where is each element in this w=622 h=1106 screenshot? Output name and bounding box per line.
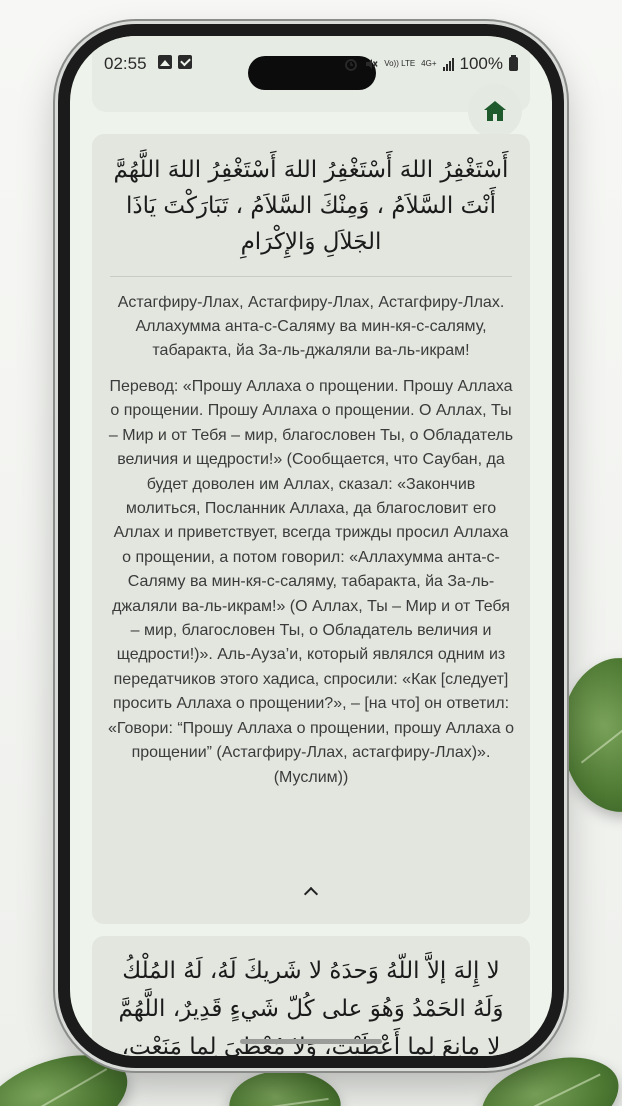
status-bar: 02:55 Vo)) LTE 4G+ 100% <box>70 36 552 92</box>
background-stage: 02:55 Vo)) LTE 4G+ 100% أَسْتَغْفِرُ الل… <box>0 0 622 1106</box>
dua-translation: Перевод: «Прошу Аллаха о прощении. Прошу… <box>108 378 514 786</box>
dua-transliteration: Астагфиру-Ллах, Астагфиру-Ллах, Астагфир… <box>117 294 505 359</box>
notification-icons <box>158 55 192 69</box>
dua-arabic-text: أَسْتَغْفِرُ اللهَ أَسْتَغْفِرُ اللهَ أَ… <box>113 157 509 255</box>
system-icons: Vo)) LTE 4G+ 100% <box>344 54 518 74</box>
chevron-up-icon[interactable] <box>301 884 321 900</box>
signal-icon <box>442 57 454 71</box>
app-screen: 02:55 Vo)) LTE 4G+ 100% أَسْتَغْفِرُ الل… <box>70 36 552 1056</box>
home-button[interactable] <box>468 84 522 138</box>
image-icon <box>158 55 172 69</box>
phone-frame: 02:55 Vo)) LTE 4G+ 100% أَسْتَغْفِرُ الل… <box>58 24 564 1068</box>
alarm-icon <box>345 59 358 71</box>
battery-icon <box>509 55 518 71</box>
check-icon <box>178 55 192 69</box>
dua-card-expanded[interactable]: أَسْتَغْفِرُ اللهَ أَسْتَغْفِرُ اللهَ أَ… <box>92 134 530 924</box>
dua-card[interactable]: لا إِلهَ إلاَّ اللّهُ وَحدَهُ لا شَريكَ … <box>92 936 530 1056</box>
status-time: 02:55 <box>104 54 147 73</box>
battery-percent: 100% <box>459 54 503 73</box>
network-label: Vo)) LTE <box>384 59 416 68</box>
network-gen-label: 4G+ <box>421 59 437 68</box>
home-indicator[interactable] <box>240 1039 382 1044</box>
mute-icon <box>366 59 378 69</box>
home-icon <box>484 101 506 121</box>
dua-arabic-text: لا إِلهَ إلاَّ اللّهُ وَحدَهُ لا شَريكَ … <box>118 958 504 1056</box>
